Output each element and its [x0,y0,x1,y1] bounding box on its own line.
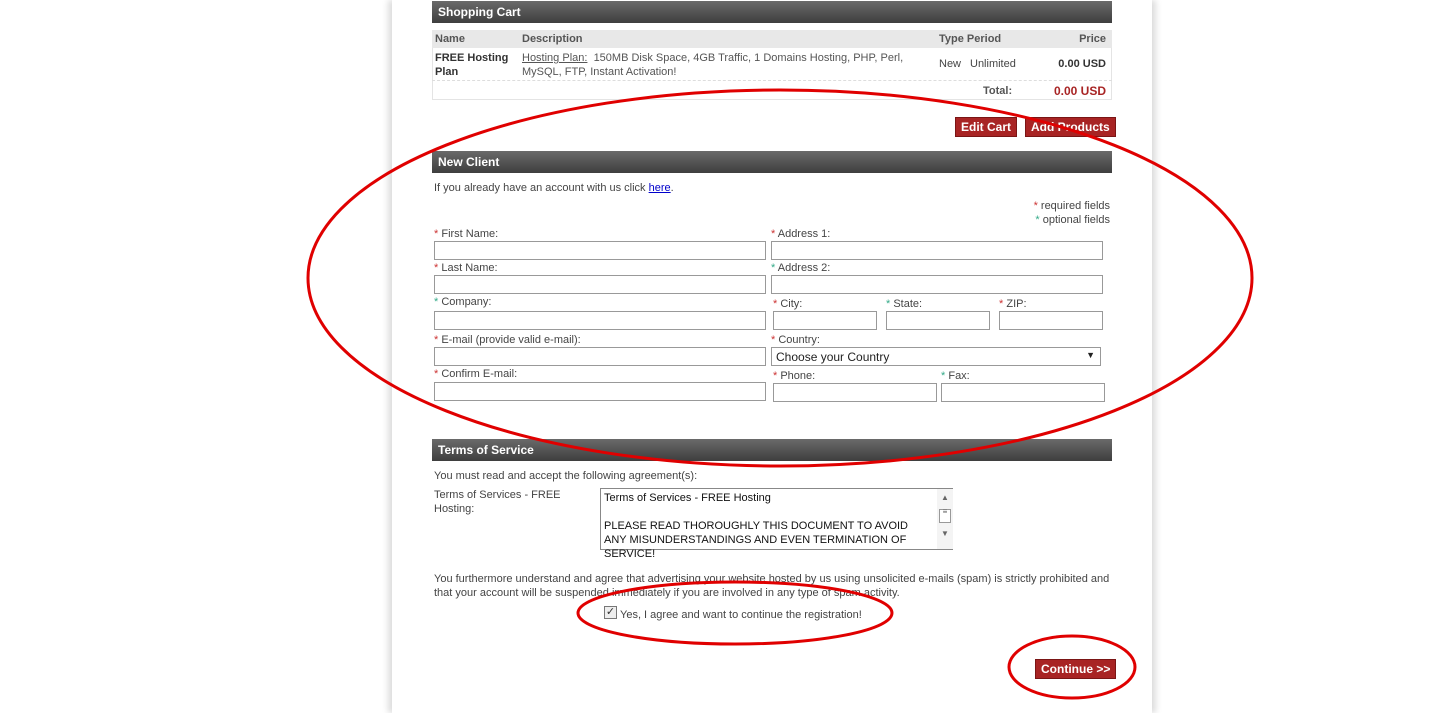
continue-button[interactable]: Continue >> [1035,659,1117,679]
required-star: * [1033,200,1038,212]
total-label: Total: [983,85,1013,97]
company-input[interactable] [434,311,766,330]
terms-label: Terms of Services - FREE Hosting: [434,489,561,515]
new-client-header: New Client [432,151,1112,173]
login-prompt: If you already have an account with us c… [434,182,674,194]
agree-checkbox[interactable]: ✓ [604,606,617,619]
shopping-cart-header: Shopping Cart [432,1,1112,23]
cart-item-name: FREE Hosting Plan [435,52,509,78]
col-description: Description [522,33,583,45]
optional-text: optional fields [1042,214,1110,226]
country-label: * Country: [771,334,820,346]
address1-input[interactable] [771,241,1103,260]
last-name-label: * Last Name: [434,262,498,274]
confirm-email-input[interactable] [434,382,766,401]
city-label: * City: [773,298,803,310]
first-name-label: * First Name: [434,228,499,240]
first-name-input[interactable] [434,241,766,260]
cart-item-type: New [939,58,962,70]
col-price: Price [1079,33,1106,45]
optional-legend: * optional fields [960,214,1110,226]
divider [432,80,1112,81]
login-prompt-text: If you already have an account with us c… [434,182,646,194]
cart-item-description: Hosting Plan: 150MB Disk Space, 4GB Traf… [522,51,932,79]
cart-item-price: 0.00 USD [1058,58,1106,70]
terms-intro: You must read and accept the following a… [434,470,698,482]
city-input[interactable] [773,311,877,330]
scrollbar[interactable]: ▲ ≡ ▼ [937,489,953,549]
terms-header: Terms of Service [432,439,1112,461]
total-value: 0.00 USD [1053,84,1106,98]
col-type-period: Type Period [939,33,1002,45]
address1-label: * Address 1: [771,228,831,240]
address2-input[interactable] [771,275,1103,294]
hosting-plan-link[interactable]: Hosting Plan: [522,52,587,64]
last-name-input[interactable] [434,275,766,294]
required-text: required fields [1040,200,1110,212]
zip-input[interactable] [999,311,1103,330]
fax-label: * Fax: [941,370,970,382]
cart-item-period: Unlimited [970,58,1016,70]
spam-policy: You furthermore understand and agree tha… [434,573,1110,599]
fax-input[interactable] [941,383,1105,402]
zip-label: * ZIP: [999,298,1027,310]
agree-label[interactable]: Yes, I agree and want to continue the re… [620,609,862,621]
phone-label: * Phone: [773,370,816,382]
confirm-email-label: * Confirm E-mail: [434,368,518,380]
address2-label: * Address 2: [771,262,831,274]
edit-cart-button[interactable]: Edit Cart [955,117,1018,137]
company-label: * Company: [434,296,492,308]
email-input[interactable] [434,347,766,366]
state-label: * State: [886,298,923,310]
phone-input[interactable] [773,383,937,402]
add-products-button[interactable]: Add Products [1025,117,1116,137]
chevron-down-icon: ▼ [1086,350,1095,360]
state-input[interactable] [886,311,990,330]
optional-star: * [1035,214,1040,226]
terms-textarea[interactable]: Terms of Services - FREE Hosting PLEASE R… [600,488,953,560]
login-here-link[interactable]: here [649,182,671,194]
email-label: * E-mail (provide valid e-mail): [434,334,581,346]
required-legend: * required fields [960,200,1110,212]
col-name: Name [435,33,465,45]
country-select[interactable]: Choose your Country ▼ [771,347,1101,366]
